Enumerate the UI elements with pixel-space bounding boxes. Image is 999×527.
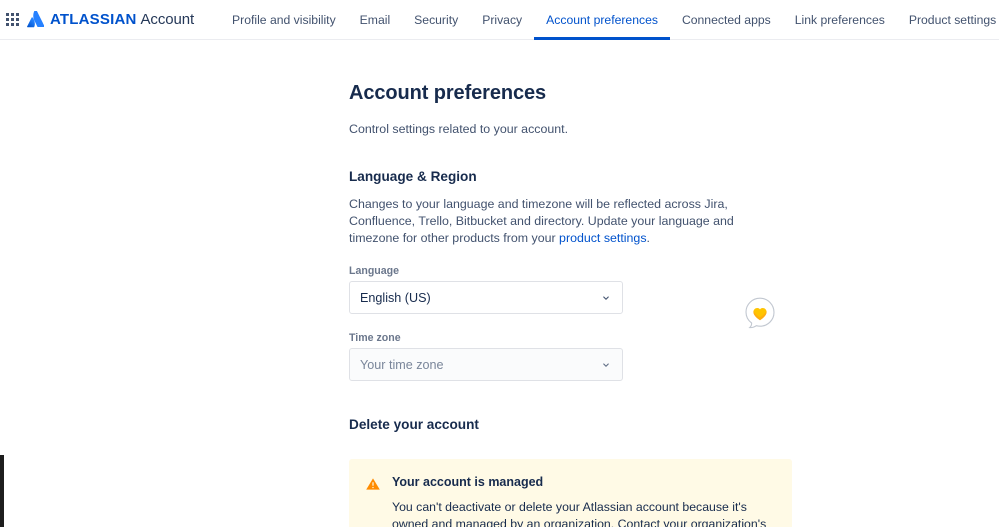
language-field: Language English (US) <box>349 265 999 314</box>
app-switcher-button[interactable] <box>6 7 19 33</box>
global-header: ATLASSIAN Account Profile and visibility … <box>0 0 999 40</box>
timezone-select[interactable]: Your time zone <box>349 348 623 381</box>
nav-item-connected-apps[interactable]: Connected apps <box>670 0 783 40</box>
grid-apps-icon <box>6 13 19 26</box>
banner-body: You can't deactivate or delete your Atla… <box>392 500 767 527</box>
chevron-down-icon <box>603 295 609 300</box>
product-settings-link[interactable]: product settings <box>559 231 646 245</box>
language-field-label: Language <box>349 265 400 277</box>
left-edge-strip <box>0 455 4 527</box>
account-managed-banner: Your account is managed You can't deacti… <box>349 459 792 527</box>
timezone-select-placeholder: Your time zone <box>360 357 444 372</box>
language-select-value: English (US) <box>360 290 431 305</box>
nav-item-product-settings[interactable]: Product settings <box>897 0 999 40</box>
timezone-field-label: Time zone <box>349 332 401 344</box>
banner-content: Your account is managed You can't deacti… <box>392 475 776 527</box>
brand-name-light: Account <box>140 11 195 28</box>
section-description-text: Changes to your language and timezone wi… <box>349 197 734 245</box>
feedback-heart-icon <box>745 297 775 329</box>
main-content: Account preferences Control settings rel… <box>0 40 999 527</box>
section-title-delete-account: Delete your account <box>349 417 479 432</box>
section-description-language-region: Changes to your language and timezone wi… <box>349 196 776 247</box>
atlassian-logo-icon <box>27 11 44 28</box>
nav-item-link-preferences[interactable]: Link preferences <box>783 0 897 40</box>
warning-triangle-icon <box>365 475 381 527</box>
nav-item-profile-and-visibility[interactable]: Profile and visibility <box>220 0 348 40</box>
nav-item-account-preferences[interactable]: Account preferences <box>534 0 670 40</box>
feedback-widget-button[interactable] <box>744 297 776 329</box>
language-select[interactable]: English (US) <box>349 281 623 314</box>
timezone-field: Time zone Your time zone <box>349 332 999 381</box>
primary-nav: Profile and visibility Email Security Pr… <box>220 0 999 40</box>
nav-item-privacy[interactable]: Privacy <box>470 0 534 40</box>
chevron-down-icon <box>603 362 609 367</box>
section-description-period: . <box>646 231 650 245</box>
nav-item-security[interactable]: Security <box>402 0 470 40</box>
page-title: Account preferences <box>349 82 547 104</box>
nav-item-email[interactable]: Email <box>348 0 402 40</box>
section-title-language-region: Language & Region <box>349 169 477 184</box>
brand-name-bold: ATLASSIAN <box>50 11 137 28</box>
page-subtitle: Control settings related to your account… <box>349 122 569 136</box>
banner-title: Your account is managed <box>392 475 544 489</box>
brand-home-link[interactable]: ATLASSIAN Account <box>27 11 194 28</box>
brand-text: ATLASSIAN Account <box>50 12 194 27</box>
